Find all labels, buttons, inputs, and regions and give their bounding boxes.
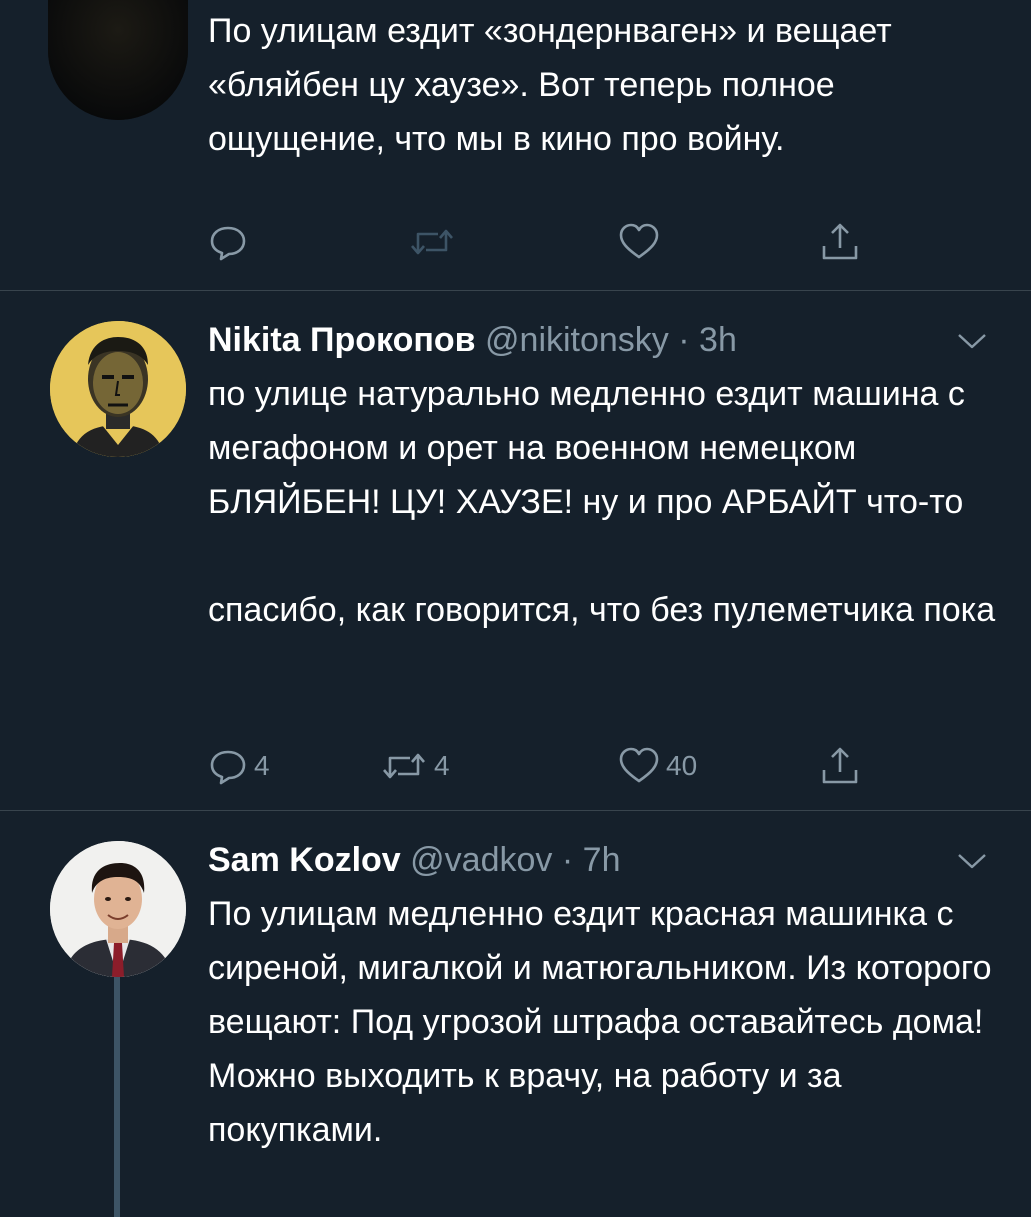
tweet[interactable]: По улицам ездит «зондернваген» и вещает … — [0, 0, 1031, 290]
reply-count: 4 — [254, 750, 270, 781]
retweet-button[interactable] — [408, 222, 456, 262]
tweet-text: По улицам ездит «зондернваген» и вещает … — [208, 12, 892, 158]
retweet-icon — [383, 753, 425, 779]
avatar[interactable] — [50, 321, 186, 457]
avatar-image — [50, 321, 186, 457]
share-icon — [822, 223, 858, 260]
display-name[interactable]: Sam Kozlov — [208, 841, 401, 879]
chevron-down-icon — [958, 854, 986, 869]
timestamp[interactable]: 3h — [699, 321, 737, 359]
user-handle[interactable]: @nikitonsky — [485, 321, 669, 359]
avatar[interactable] — [50, 841, 186, 977]
tweet-header: Nikita Прокопов @nikitonsky · 3h — [208, 320, 737, 360]
tweet[interactable]: Sam Kozlov @vadkov · 7h По улицам медлен… — [0, 811, 1031, 1217]
retweet-button[interactable]: 4 — [380, 746, 450, 786]
user-handle[interactable]: @vadkov — [410, 841, 552, 879]
more-options-button[interactable] — [955, 849, 989, 873]
timestamp[interactable]: 7h — [583, 841, 621, 879]
reply-button[interactable] — [208, 222, 248, 262]
tweet-actions — [208, 222, 868, 262]
avatar-image — [48, 0, 188, 120]
share-button[interactable] — [820, 746, 860, 786]
tweet-header: Sam Kozlov @vadkov · 7h — [208, 840, 620, 880]
thread-connector — [114, 977, 120, 1217]
like-count: 40 — [666, 750, 698, 781]
tweet-text: По улицам медленно ездит красная машинка… — [208, 895, 992, 1149]
reply-button[interactable]: 4 — [208, 746, 270, 786]
share-button[interactable] — [820, 222, 860, 262]
tweet-actions: 4 4 40 — [208, 746, 868, 786]
header-separator: · — [561, 841, 574, 879]
reply-icon — [210, 226, 246, 261]
like-button[interactable]: 40 — [618, 746, 697, 786]
chevron-down-icon — [958, 334, 986, 349]
share-icon — [822, 747, 858, 784]
heart-icon — [619, 223, 659, 259]
display-name[interactable]: Nikita Прокопов — [208, 321, 476, 359]
retweet-icon — [411, 229, 453, 255]
like-button[interactable] — [618, 222, 660, 262]
header-separator: · — [678, 321, 690, 359]
retweet-count: 4 — [434, 750, 450, 781]
tweet[interactable]: Nikita Прокопов @nikitonsky · 3h по улиц… — [0, 291, 1031, 810]
reply-icon — [210, 750, 246, 785]
avatar[interactable] — [48, 0, 188, 120]
heart-icon — [619, 747, 659, 783]
tweet-text: по улице натурально медленно ездит машин… — [208, 375, 996, 629]
more-options-button[interactable] — [955, 329, 989, 353]
avatar-image — [50, 841, 186, 977]
